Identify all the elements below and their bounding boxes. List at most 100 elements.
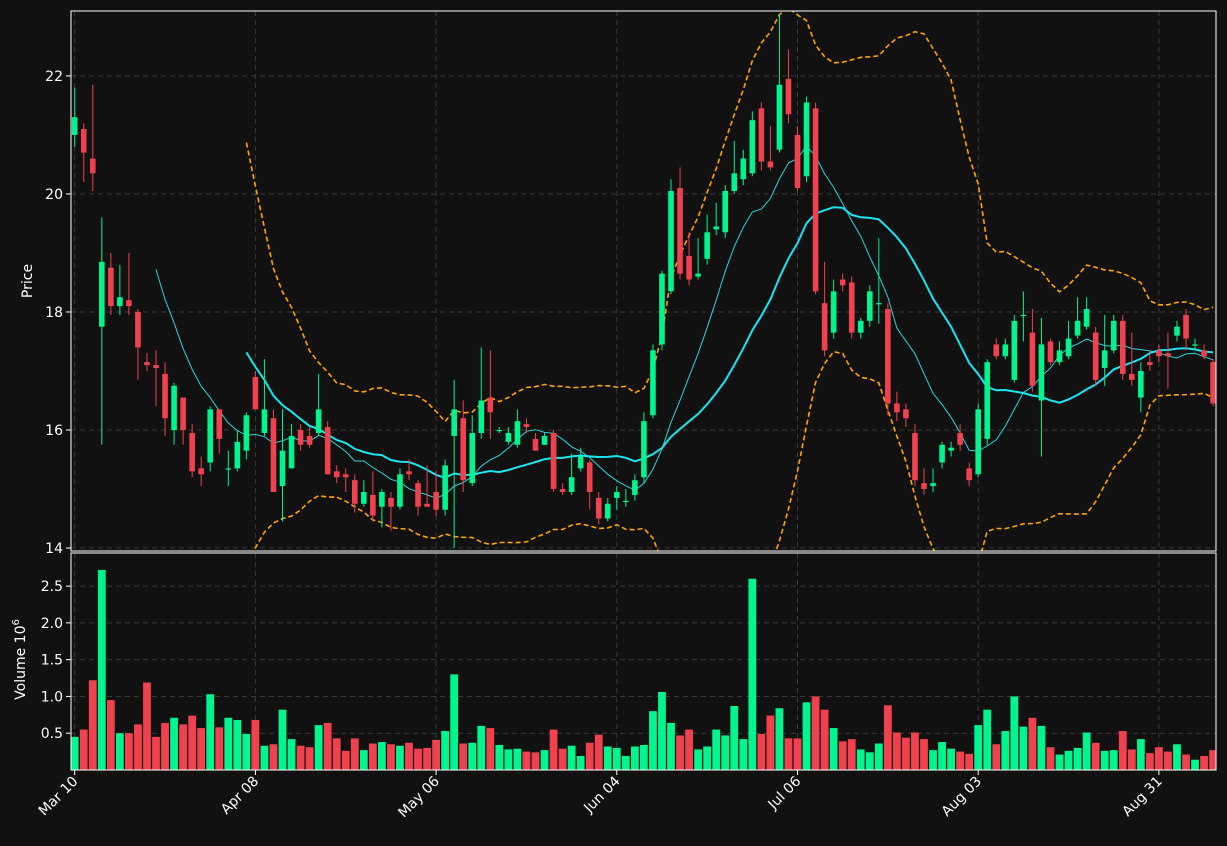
candle-body — [1020, 314, 1027, 317]
volume-bar — [350, 738, 359, 770]
candle-body — [288, 435, 295, 469]
x-tick-label: May 06 — [395, 773, 443, 821]
candle-body — [921, 483, 927, 490]
volume-bar — [1037, 725, 1046, 770]
candle-body — [749, 120, 756, 174]
candle-body — [126, 300, 132, 307]
volume-bar — [540, 750, 549, 770]
x-tick-label: Jul 06 — [765, 773, 805, 813]
volume-bar — [1145, 753, 1154, 770]
candle-body — [1092, 332, 1099, 380]
candle-body — [993, 344, 1000, 357]
x-tick-label: Aug 31 — [1119, 774, 1165, 820]
candle-body — [80, 129, 87, 153]
volume-bar — [323, 722, 332, 770]
candle-body — [361, 491, 367, 504]
volume-bar — [712, 729, 721, 770]
volume-bar — [1164, 751, 1172, 770]
candle-body — [740, 158, 747, 180]
volume-ytick-label: 2.5 — [41, 579, 63, 595]
candle-body — [478, 400, 485, 433]
candle-body — [722, 191, 729, 233]
volume-bar — [332, 738, 341, 770]
candle-body — [252, 376, 259, 410]
price-ytick-label: 14 — [45, 541, 63, 557]
volume-bar — [188, 715, 197, 770]
candle-body — [577, 456, 584, 469]
volume-bar — [459, 743, 468, 770]
candle-body — [1174, 326, 1180, 336]
volume-bar — [721, 735, 730, 770]
candle-body — [496, 430, 503, 432]
price-ytick-label: 16 — [45, 423, 63, 439]
candle-body — [885, 309, 891, 404]
candle-body — [333, 471, 340, 478]
candle-body — [532, 438, 539, 451]
candle-body — [171, 385, 177, 431]
candle-body — [641, 421, 647, 478]
candle-body — [595, 497, 602, 519]
volume-bar — [685, 729, 693, 770]
volume-axis-label-exponent: 6 — [11, 619, 22, 625]
volume-ytick-label: 0.5 — [41, 726, 63, 742]
volume-axis-label: Volume 106 — [11, 619, 29, 700]
candle-body — [216, 409, 223, 439]
candle-body — [1147, 362, 1153, 366]
volume-bar — [612, 747, 621, 770]
candle-body — [713, 226, 719, 230]
volume-bar — [106, 700, 115, 770]
candle-body — [614, 491, 620, 498]
candle-body — [1110, 320, 1117, 351]
volume-bar — [856, 749, 865, 770]
candle-body — [975, 409, 981, 475]
volume-bar — [197, 728, 206, 770]
volume-bar — [260, 745, 269, 770]
volume-bar — [1001, 731, 1010, 770]
volume-bar — [883, 705, 892, 770]
volume-bar — [341, 750, 350, 770]
volume-bar — [269, 744, 278, 770]
candlestick-chart: 14 16 18 20 22 0.5 1.0 1.5 2.0 2.5 Mar 10 Apr 08 May… — [0, 0, 1227, 842]
volume-bar — [658, 692, 666, 770]
candle-body — [776, 84, 783, 150]
volume-bar — [179, 724, 188, 770]
price-axis-label: Price — [20, 264, 36, 298]
volume-bar — [1173, 744, 1181, 770]
candle-body — [812, 108, 819, 292]
volume-bar — [97, 569, 106, 770]
volume-bar — [441, 731, 450, 770]
volume-bar — [829, 728, 838, 770]
candle-body — [297, 430, 304, 445]
volume-bar — [874, 743, 883, 770]
candle-body — [1029, 332, 1036, 386]
candle-body — [731, 173, 738, 191]
candle-body — [857, 320, 864, 333]
candle-body — [505, 432, 512, 442]
candle-body — [270, 418, 277, 492]
volume-bar — [305, 747, 314, 770]
volume-bar — [956, 751, 965, 770]
volume-bar — [450, 674, 459, 770]
volume-bar — [1136, 739, 1145, 770]
candle-body — [1074, 320, 1081, 336]
volume-bar — [531, 752, 540, 770]
volume-bar — [170, 717, 178, 770]
volume-bar — [1100, 750, 1109, 770]
volume-bar — [811, 696, 820, 770]
candle-body — [261, 409, 268, 433]
volume-bar — [667, 722, 675, 770]
price-ytick-label: 20 — [45, 187, 63, 203]
candle-body — [1156, 350, 1162, 357]
candle-body — [1119, 320, 1126, 374]
volume-bar — [242, 733, 251, 770]
candle-body — [433, 491, 439, 510]
volume-bar — [1073, 747, 1082, 770]
candle-body — [966, 468, 972, 481]
candle-body — [315, 409, 322, 433]
volume-bar — [558, 748, 567, 770]
volume-bar — [784, 738, 793, 770]
volume-bar — [965, 753, 974, 770]
candle-body — [108, 267, 114, 307]
candle-body — [523, 424, 530, 428]
candle-body — [939, 444, 945, 463]
